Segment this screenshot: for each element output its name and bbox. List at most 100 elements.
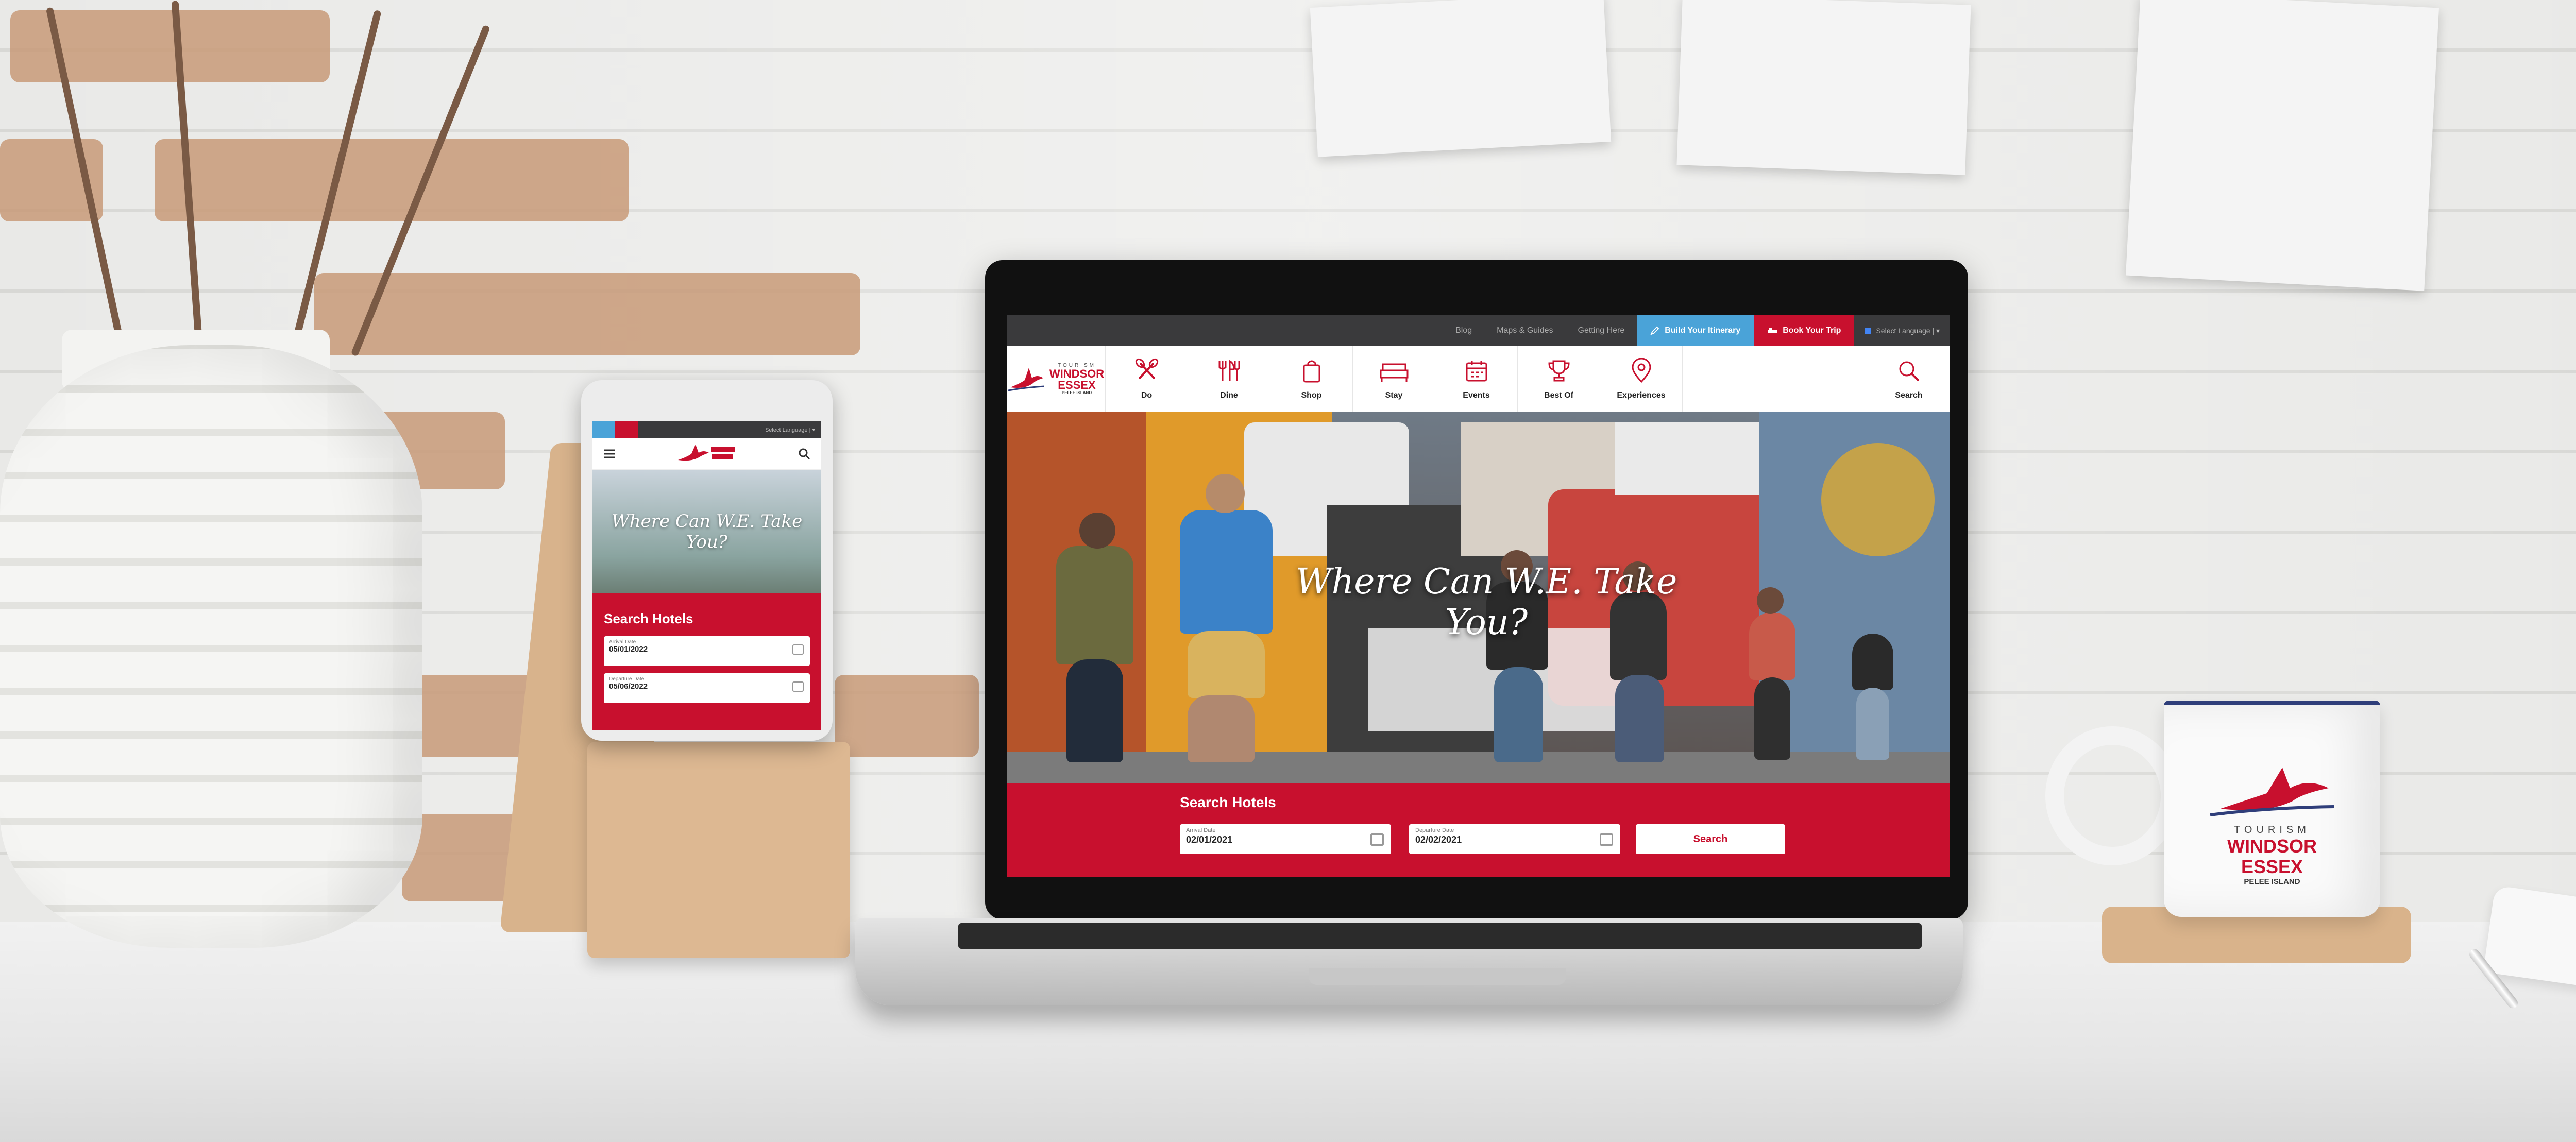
phone-hero-tagline: Where Can W.E. Take You? bbox=[611, 511, 803, 552]
nav-label-dine: Dine bbox=[1220, 390, 1238, 400]
person bbox=[1188, 631, 1265, 698]
book-trip-button[interactable]: Book Your Trip bbox=[1754, 315, 1855, 346]
arrival-date-value: 02/01/2021 bbox=[1186, 834, 1233, 845]
hamburger-menu-icon[interactable] bbox=[603, 448, 616, 459]
nav-item-do[interactable]: Do bbox=[1105, 346, 1188, 412]
calendar-icon bbox=[792, 644, 804, 655]
nav-label-best-of: Best Of bbox=[1544, 390, 1573, 400]
language-selector[interactable]: Select Language | ▾ bbox=[1854, 327, 1950, 335]
arrival-date-label: Arrival Date bbox=[1186, 827, 1216, 833]
nav-label-shop: Shop bbox=[1301, 390, 1322, 400]
nav-label-do: Do bbox=[1141, 390, 1153, 400]
calendar-icon bbox=[1600, 833, 1613, 846]
nav-item-events[interactable]: Events bbox=[1435, 346, 1517, 412]
logo-main-2: ESSEX bbox=[1058, 378, 1096, 391]
search-icon[interactable] bbox=[798, 447, 811, 461]
mug-logo-sub: PELEE ISLAND bbox=[2244, 877, 2300, 886]
book-trip-label: Book Your Trip bbox=[1783, 326, 1841, 335]
exposed-brick bbox=[314, 273, 860, 355]
laptop-screen: Blog Maps & Guides Getting Here Build Yo… bbox=[1007, 315, 1950, 877]
phone-arrival-field[interactable]: Arrival Date 05/01/2022 bbox=[604, 636, 810, 666]
nav-item-experiences[interactable]: Experiences bbox=[1600, 346, 1682, 412]
phone-nav bbox=[592, 438, 821, 470]
getting-here-link[interactable]: Getting Here bbox=[1566, 326, 1637, 335]
person-head bbox=[1757, 587, 1784, 614]
phone-departure-field[interactable]: Departure Date 05/06/2022 bbox=[604, 673, 810, 703]
hotel-search-button[interactable]: Search bbox=[1636, 824, 1785, 854]
trophy-icon bbox=[1548, 360, 1570, 381]
person bbox=[1180, 510, 1273, 634]
nav-label-search: Search bbox=[1895, 390, 1923, 400]
paddles-icon bbox=[1135, 358, 1158, 379]
nav-label-experiences: Experiences bbox=[1617, 390, 1666, 400]
language-label: Select Language | ▾ bbox=[1876, 326, 1940, 335]
logo-text: TOURISM WINDSOR ESSEX PELEE ISLAND bbox=[1049, 363, 1104, 395]
person bbox=[1494, 667, 1543, 762]
laptop-keyboard bbox=[958, 923, 1922, 949]
person bbox=[1749, 613, 1795, 680]
bed-icon bbox=[1380, 363, 1408, 382]
mural-panel bbox=[1821, 443, 1935, 556]
nav-item-stay[interactable]: Stay bbox=[1352, 346, 1435, 412]
cutlery-icon bbox=[1218, 360, 1240, 381]
search-icon bbox=[1899, 361, 1920, 381]
departure-date-value: 02/02/2021 bbox=[1415, 834, 1462, 845]
phone-stand-base bbox=[587, 742, 850, 958]
pencil-icon bbox=[1650, 326, 1659, 335]
phone-arrival-value: 05/01/2022 bbox=[609, 645, 648, 654]
mural-panel bbox=[1615, 422, 1770, 495]
person bbox=[1056, 546, 1133, 664]
arrival-date-field[interactable]: Arrival Date 02/01/2021 bbox=[1180, 824, 1391, 854]
nav-item-dine[interactable]: Dine bbox=[1188, 346, 1270, 412]
sticky-note bbox=[2126, 0, 2439, 291]
phone-arrival-label: Arrival Date bbox=[609, 639, 636, 645]
phone-screen: Select Language | ▾ Where Can W.E. Take … bbox=[592, 421, 821, 730]
phone-search-title: Search Hotels bbox=[604, 611, 693, 626]
bird-logo-icon[interactable] bbox=[676, 442, 738, 465]
nav-label-stay: Stay bbox=[1385, 390, 1403, 400]
laptop-trackpad-notch bbox=[1309, 968, 1566, 985]
mug-logo: TOURISM WINDSOR ESSEX PELEE ISLAND bbox=[2205, 757, 2339, 886]
maps-guides-link[interactable]: Maps & Guides bbox=[1484, 326, 1565, 335]
google-translate-icon bbox=[1865, 328, 1872, 334]
build-itinerary-button[interactable]: Build Your Itinerary bbox=[1637, 315, 1754, 346]
nav-spacer bbox=[1682, 346, 1868, 412]
blog-link[interactable]: Blog bbox=[1443, 326, 1484, 335]
hotel-search-title: Search Hotels bbox=[1180, 794, 1276, 810]
phone-departure-label: Departure Date bbox=[609, 676, 645, 682]
phone-hero: Where Can W.E. Take You? bbox=[592, 470, 821, 593]
mug-logo-main-1: WINDSOR bbox=[2227, 836, 2317, 857]
phone-book-button[interactable] bbox=[615, 421, 638, 438]
departure-date-field[interactable]: Departure Date 02/02/2021 bbox=[1409, 824, 1620, 854]
sticky-note bbox=[1310, 0, 1612, 157]
phone-language-selector[interactable]: Select Language | ▾ bbox=[765, 427, 821, 433]
build-itinerary-label: Build Your Itinerary bbox=[1665, 326, 1741, 335]
phone-hotel-search: Search Hotels Arrival Date 05/01/2022 De… bbox=[592, 593, 821, 730]
smartphone: Select Language | ▾ Where Can W.E. Take … bbox=[581, 380, 833, 741]
exposed-brick bbox=[835, 675, 979, 757]
utility-bar: Blog Maps & Guides Getting Here Build Yo… bbox=[1007, 315, 1950, 346]
nav-search-button[interactable]: Search bbox=[1868, 346, 1950, 412]
calendar-icon bbox=[1466, 361, 1487, 381]
bird-logo-icon bbox=[2210, 768, 2334, 816]
person bbox=[1856, 688, 1889, 760]
nav-item-shop[interactable]: Shop bbox=[1270, 346, 1352, 412]
phone-departure-value: 05/06/2022 bbox=[609, 682, 648, 691]
bird-logo-icon bbox=[1008, 367, 1044, 391]
departure-date-label: Departure Date bbox=[1415, 827, 1454, 833]
phone-utility-bar: Select Language | ▾ bbox=[592, 421, 821, 438]
person bbox=[1066, 659, 1123, 762]
sticky-note bbox=[1676, 0, 1971, 175]
phone-itinerary-button[interactable] bbox=[592, 421, 615, 438]
person bbox=[1754, 677, 1790, 760]
calendar-icon bbox=[792, 681, 804, 692]
logo-main-1: WINDSOR bbox=[1049, 367, 1105, 380]
site-logo[interactable]: TOURISM WINDSOR ESSEX PELEE ISLAND bbox=[1007, 346, 1105, 412]
nav-item-best-of[interactable]: Best Of bbox=[1517, 346, 1600, 412]
bed-icon bbox=[1768, 328, 1777, 333]
hero-tagline: Where Can W.E. Take You? bbox=[1295, 561, 1677, 643]
mug-handle bbox=[2045, 726, 2179, 865]
white-vase bbox=[0, 345, 422, 948]
calendar-icon bbox=[1370, 833, 1384, 846]
hero-banner: Where Can W.E. Take You? bbox=[1007, 412, 1950, 783]
